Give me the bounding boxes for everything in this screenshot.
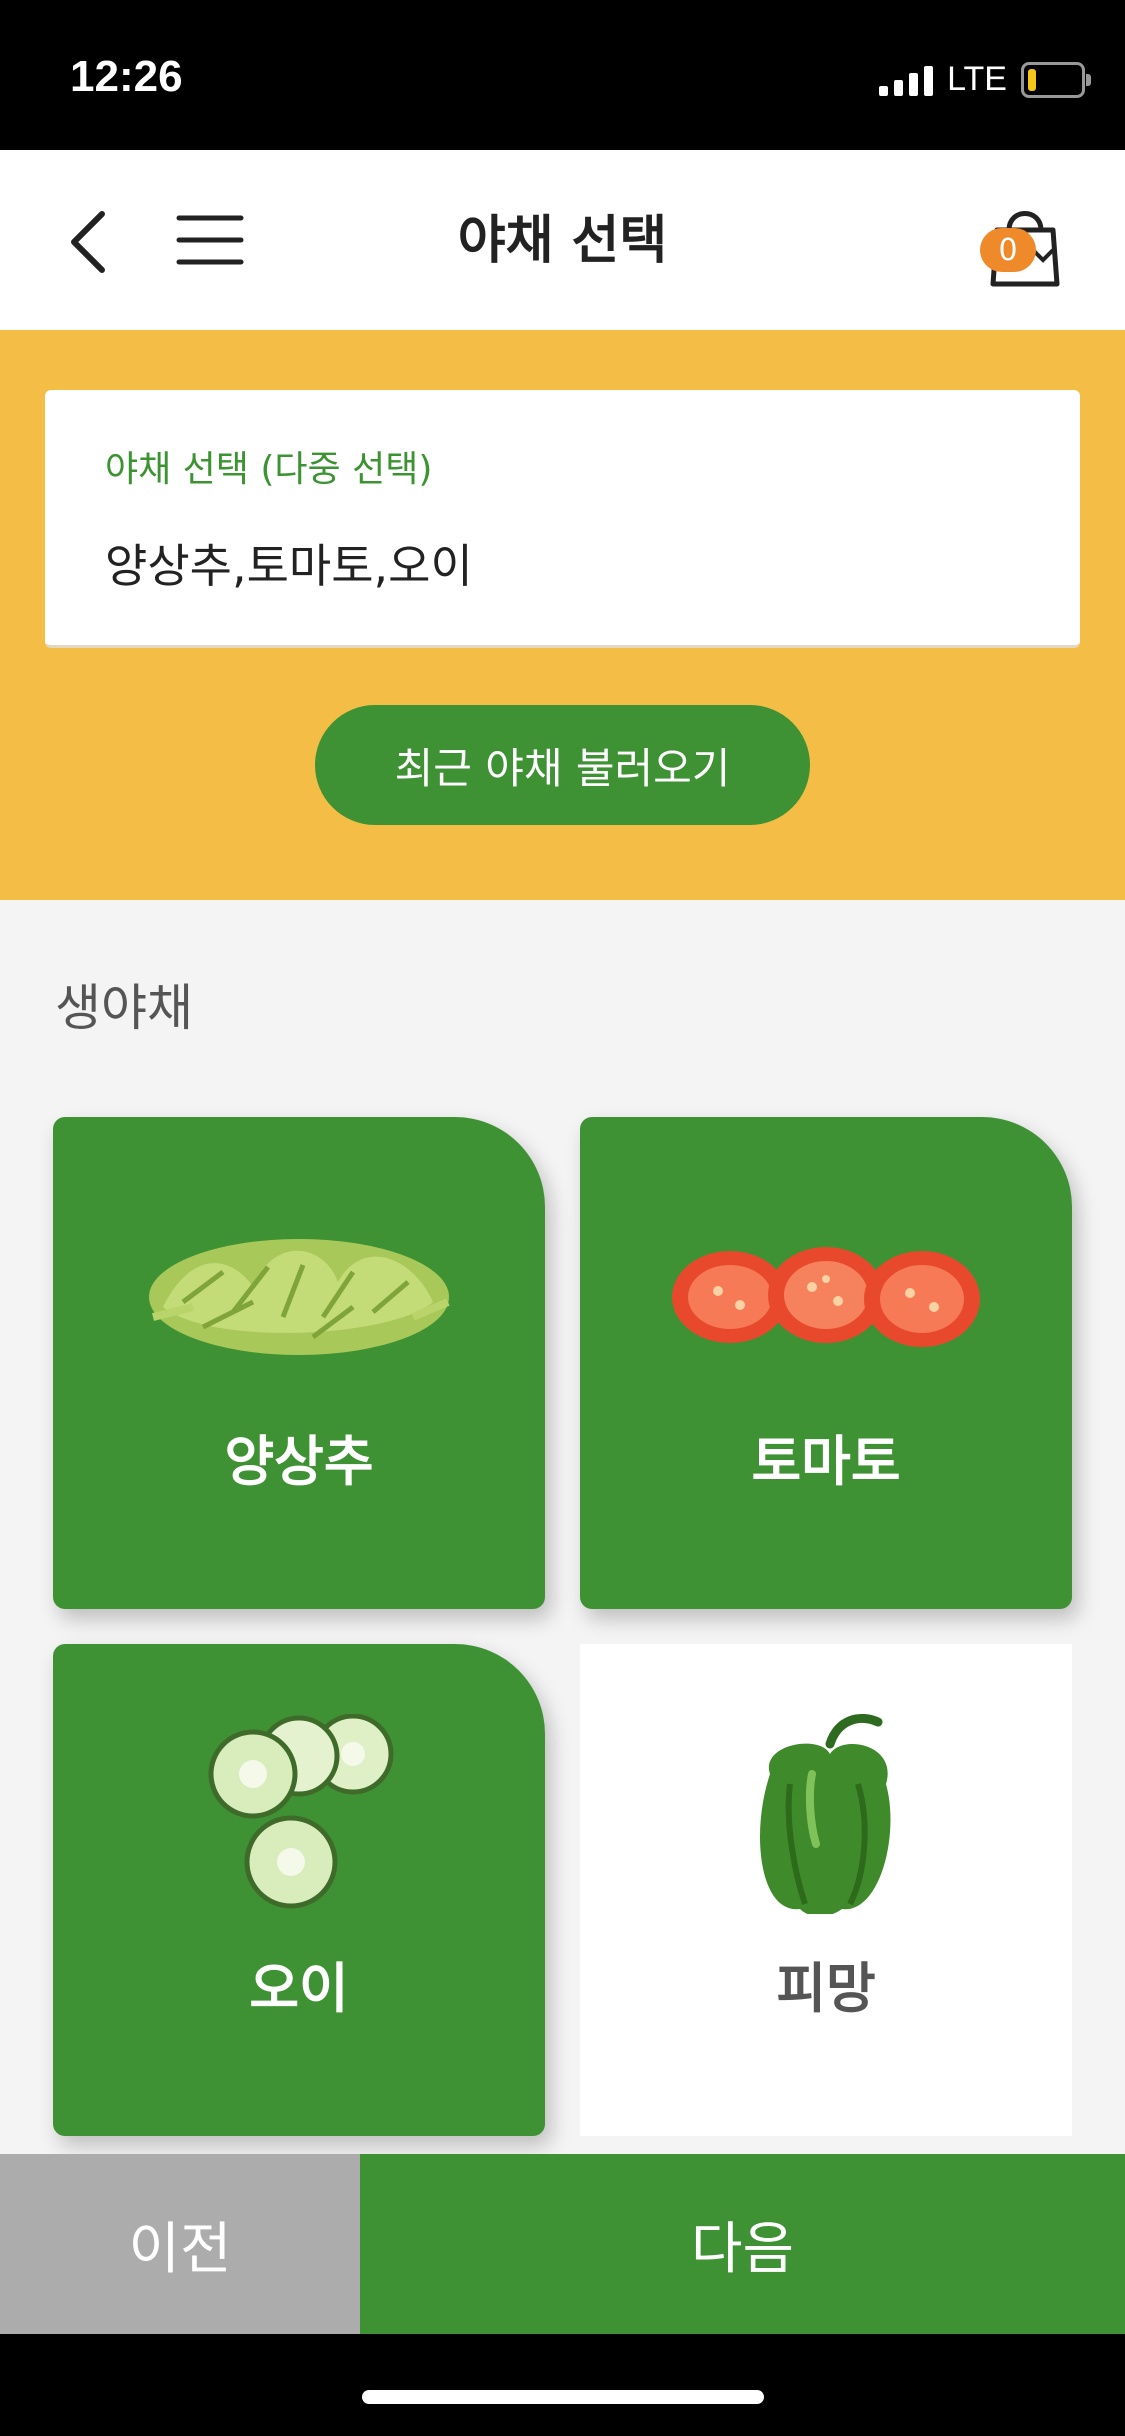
selection-label: 야채 선택 (다중 선택): [105, 449, 433, 490]
status-indicators: LTE: [879, 60, 1091, 99]
cart-count-badge: 0: [980, 228, 1036, 272]
status-bar: 12:26 LTE: [0, 0, 1125, 150]
home-indicator-area: [0, 2334, 1125, 2436]
status-time: 12:26: [70, 52, 183, 101]
selection-value: 양상추,토마토,오이: [105, 539, 473, 593]
vegetable-name: 양상추: [224, 1430, 374, 1493]
lettuce-image: [53, 1187, 545, 1387]
section-title: 생야채: [55, 979, 193, 1037]
vegetable-card-cucumber[interactable]: 오이: [53, 1644, 545, 2136]
bottom-action-bar: 이전 다음: [0, 2154, 1125, 2334]
page-title: 야채 선택: [457, 211, 668, 271]
prev-button[interactable]: 이전: [0, 2154, 360, 2334]
battery-icon: [1021, 61, 1091, 98]
next-button[interactable]: 다음: [360, 2154, 1125, 2334]
nav-bar: 야채 선택 0: [0, 150, 1125, 330]
selection-field[interactable]: 야채 선택 (다중 선택) 양상추,토마토,오이: [45, 390, 1080, 648]
vegetable-name: 피망: [776, 1957, 876, 2020]
vegetable-name: 오이: [249, 1957, 349, 2020]
signal-icon: [879, 64, 934, 96]
vegetable-card-lettuce[interactable]: 양상추: [53, 1117, 545, 1609]
tomato-image: [580, 1187, 1072, 1387]
vegetable-name: 토마토: [751, 1430, 901, 1493]
vegetable-card-pepper[interactable]: 피망: [580, 1644, 1072, 2136]
cucumber-image: [53, 1713, 545, 1914]
selection-panel: 야채 선택 (다중 선택) 양상추,토마토,오이 최근 야채 불러오기: [0, 330, 1125, 900]
home-indicator[interactable]: [362, 2390, 764, 2404]
network-label: LTE: [947, 60, 1007, 98]
load-recent-button[interactable]: 최근 야채 불러오기: [315, 705, 810, 825]
green-pepper-image: [580, 1714, 1072, 1917]
vegetable-card-tomato[interactable]: 토마토: [580, 1117, 1072, 1609]
